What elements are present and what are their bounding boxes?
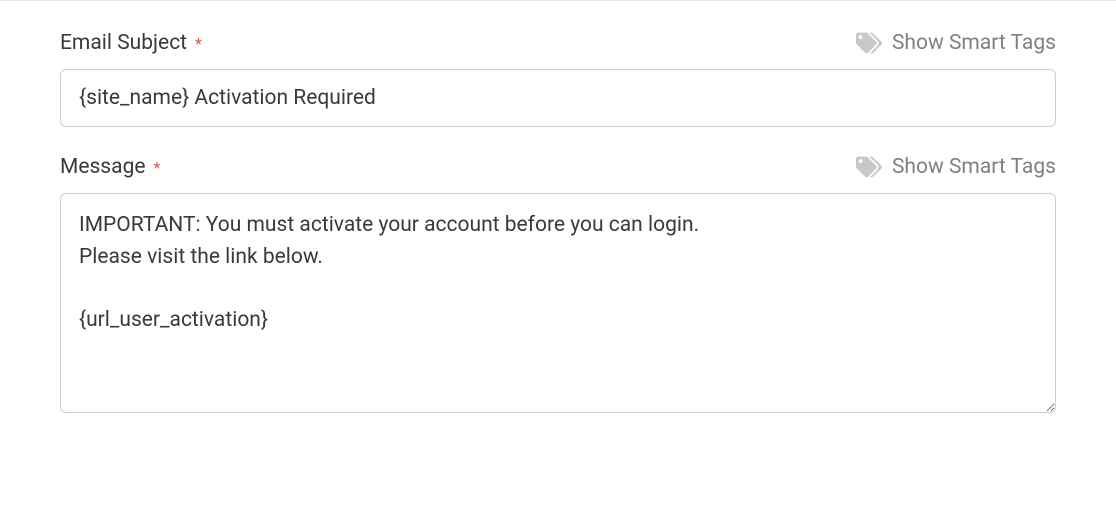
message-label: Message	[60, 155, 146, 179]
message-textarea[interactable]: IMPORTANT: You must activate your accoun…	[60, 193, 1056, 413]
email-subject-label: Email Subject	[60, 31, 187, 55]
message-label-row: Message * Show Smart Tags	[60, 155, 1056, 179]
tags-icon	[856, 32, 882, 54]
message-label-wrap: Message *	[60, 155, 160, 179]
message-field-group: Message * Show Smart Tags IMPORTANT: You…	[60, 155, 1056, 417]
show-smart-tags-label: Show Smart Tags	[892, 155, 1056, 179]
email-subject-input[interactable]	[60, 69, 1056, 127]
show-smart-tags-subject[interactable]: Show Smart Tags	[856, 31, 1056, 55]
email-subject-field-group: Email Subject * Show Smart Tags	[60, 31, 1056, 127]
tags-icon	[856, 156, 882, 178]
show-smart-tags-label: Show Smart Tags	[892, 31, 1056, 55]
email-subject-label-row: Email Subject * Show Smart Tags	[60, 31, 1056, 55]
required-mark: *	[153, 158, 160, 177]
email-subject-label-wrap: Email Subject *	[60, 31, 202, 55]
email-settings-form: Email Subject * Show Smart Tags Message …	[0, 0, 1116, 475]
show-smart-tags-message[interactable]: Show Smart Tags	[856, 155, 1056, 179]
required-mark: *	[195, 34, 202, 53]
